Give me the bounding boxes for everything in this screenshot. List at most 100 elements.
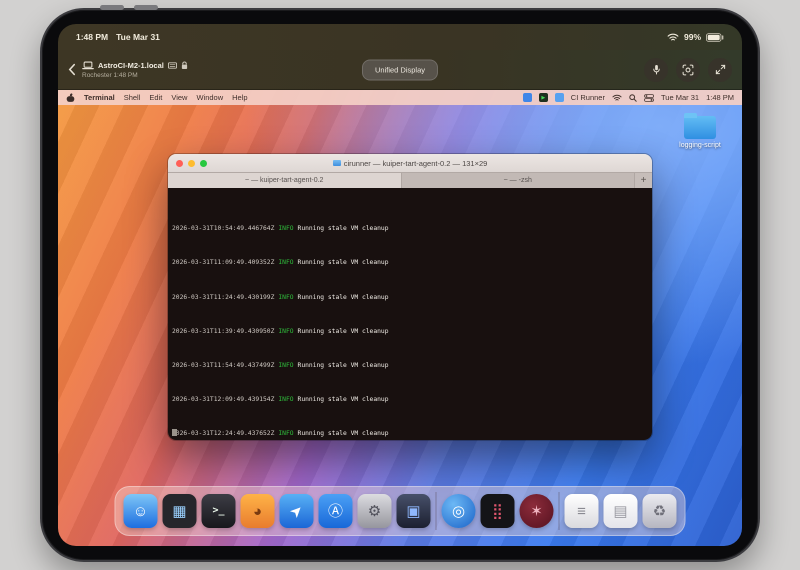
log-level: INFO <box>278 362 293 369</box>
volume-up-button[interactable] <box>100 5 124 10</box>
log-line: 2026-03-31T11:54:49.437499ZINFORunning s… <box>172 362 648 371</box>
remote-host-block[interactable]: AstroCI-M2-1.local <box>82 61 188 79</box>
unified-display-button[interactable]: Unified Display <box>362 59 438 80</box>
log-message: Running stale VM cleanup <box>298 294 389 301</box>
dock-icon-finder[interactable]: ☺ <box>124 494 158 528</box>
dock-icon-screens[interactable]: ◎ <box>442 494 476 528</box>
log-timestamp: 2026-03-31T10:54:49.446764Z <box>172 225 274 232</box>
window-controls <box>176 154 207 172</box>
menu-clock-time[interactable]: 1:48 PM <box>706 93 734 102</box>
desktop-folder-logging-script[interactable]: logging-script <box>672 116 728 149</box>
microphone-button[interactable] <box>644 58 668 82</box>
dock-icon-app-store[interactable]: Ⓐ <box>319 494 353 528</box>
mac-menu-bar: Terminal Shell Edit View Window Help CI … <box>58 90 742 105</box>
dock-icon-tart[interactable]: ◕ <box>241 494 275 528</box>
ipad-screen: 1:48 PM Tue Mar 31 99% <box>58 24 742 546</box>
log-level: INFO <box>278 294 293 301</box>
terminal-title-bar[interactable]: cirunner — kuiper-tart-agent-0.2 — 131×2… <box>168 154 652 172</box>
log-message: Running stale VM cleanup <box>298 328 389 335</box>
dock-icon-screen-sharing[interactable]: ▣ <box>397 494 431 528</box>
menu-extra-play-icon[interactable] <box>539 93 548 102</box>
dock-icon-launchpad[interactable]: ▦ <box>163 494 197 528</box>
log-message: Running stale VM cleanup <box>298 430 389 437</box>
screen-sharing-toolbar: AstroCI-M2-1.local <box>58 50 742 90</box>
log-timestamp: 2026-03-31T11:24:49.430199Z <box>172 294 274 301</box>
log-timestamp: 2026-03-31T11:54:49.437499Z <box>172 362 274 369</box>
dock-icon-settings[interactable]: ⚙ <box>358 494 392 528</box>
host-subtitle: Rochester 1:48 PM <box>82 72 188 79</box>
dock-icon-trash[interactable]: ♻ <box>643 494 677 528</box>
menu-bar-left: Terminal Shell Edit View Window Help <box>66 93 248 103</box>
host-location: Rochester <box>82 72 112 79</box>
minimize-window-button[interactable] <box>188 160 195 167</box>
dock-icon-documents[interactable]: ▤ <box>604 494 638 528</box>
log-timestamp: 2026-03-31T11:39:49.430950Z <box>172 328 274 335</box>
menu-item-help[interactable]: Help <box>232 93 247 102</box>
status-left: 1:48 PM Tue Mar 31 <box>76 32 160 42</box>
terminal-tab-bar: ~ — kuiper-tart-agent-0.2 ~ — -zsh + <box>168 172 652 188</box>
menu-item-window[interactable]: Window <box>196 93 223 102</box>
menu-item-shell[interactable]: Shell <box>124 93 141 102</box>
dock-icon-terminal[interactable]: >_ <box>202 494 236 528</box>
menu-extra-display-icon[interactable] <box>555 93 564 102</box>
tab-zsh[interactable]: ~ — -zsh <box>401 173 635 188</box>
log-timestamp: 2026-03-31T12:24:49.437652Z <box>172 430 274 437</box>
menu-wifi-icon[interactable] <box>612 94 622 102</box>
dock-icon-downloads[interactable]: ≡ <box>565 494 599 528</box>
lock-icon <box>181 61 188 70</box>
log-message: Running stale VM cleanup <box>298 225 389 232</box>
expand-fullscreen-button[interactable] <box>708 58 732 82</box>
battery-percent: 99% <box>684 32 701 42</box>
status-time: 1:48 PM <box>76 32 108 42</box>
dock-icon-maroon-app[interactable]: ✶ <box>520 494 554 528</box>
status-right: 99% <box>667 32 724 42</box>
dock-icon-ci-grid[interactable]: ⣿ <box>481 494 515 528</box>
toolbar-right-controls <box>644 58 732 82</box>
screenshot-viewfinder-button[interactable] <box>676 58 700 82</box>
log-message: Running stale VM cleanup <box>298 259 389 266</box>
keyboard-icon <box>168 62 177 69</box>
laptop-icon <box>82 61 94 70</box>
spotlight-search-icon[interactable] <box>629 94 637 102</box>
log-level: INFO <box>278 259 293 266</box>
menu-item-edit[interactable]: Edit <box>149 93 162 102</box>
volume-down-button[interactable] <box>134 5 158 10</box>
wifi-icon <box>667 33 679 42</box>
mac-desktop: Terminal Shell Edit View Window Help CI … <box>58 90 742 546</box>
log-level: INFO <box>278 328 293 335</box>
log-level: INFO <box>278 430 293 437</box>
tab-kuiper-tart-agent[interactable]: ~ — kuiper-tart-agent-0.2 <box>168 173 401 188</box>
terminal-window-title: cirunner — kuiper-tart-agent-0.2 — 131×2… <box>333 159 488 168</box>
log-line: 2026-03-31T11:24:49.430199Z INFO Running s… <box>172 294 648 303</box>
dock-icon-safari[interactable]: ➤ <box>280 494 314 528</box>
log-line: 2026-03-31T12:24:49.437652Z INFO Running s… <box>172 430 648 439</box>
menu-item-view[interactable]: View <box>171 93 187 102</box>
dock-separator <box>559 492 560 530</box>
new-tab-button[interactable]: + <box>634 173 652 188</box>
status-date: Tue Mar 31 <box>116 32 160 42</box>
folder-label: logging-script <box>679 142 721 149</box>
log-timestamp: 2026-03-31T11:09:49.409352Z <box>172 259 274 266</box>
back-chevron-icon[interactable] <box>68 63 76 76</box>
host-row: AstroCI-M2-1.local <box>82 61 188 70</box>
mac-dock: ☺ ▦ >_ ◕ ➤ Ⓐ ⚙ ▣ <box>115 486 686 536</box>
menu-extra-blue-icon[interactable] <box>523 93 532 102</box>
terminal-title-text: cirunner — kuiper-tart-agent-0.2 — 131×2… <box>344 159 488 168</box>
ipad-status-bar: 1:48 PM Tue Mar 31 99% <box>58 24 742 50</box>
proxy-folder-icon <box>333 160 341 166</box>
screenshot-stage: 1:48 PM Tue Mar 31 99% <box>0 0 800 570</box>
terminal-window: cirunner — kuiper-tart-agent-0.2 — 131×2… <box>168 154 652 440</box>
menu-app-name[interactable]: Terminal <box>84 93 115 102</box>
zoom-window-button[interactable] <box>200 160 207 167</box>
dock-separator <box>436 492 437 530</box>
close-window-button[interactable] <box>176 160 183 167</box>
folder-icon <box>684 116 716 139</box>
log-level: INFO <box>278 225 293 232</box>
menu-clock-date[interactable]: Tue Mar 31 <box>661 93 699 102</box>
log-line: 2026-03-31T12:09:49.439154ZINFORunning s… <box>172 396 648 405</box>
apple-menu-icon[interactable] <box>66 93 75 103</box>
menu-ci-runner-label[interactable]: CI Runner <box>571 93 605 102</box>
terminal-output[interactable]: 2026-03-31T10:54:49.446764Z INFO Running s… <box>168 188 652 440</box>
control-center-icon[interactable] <box>644 94 654 102</box>
menu-bar-right: CI Runner <box>523 93 734 102</box>
